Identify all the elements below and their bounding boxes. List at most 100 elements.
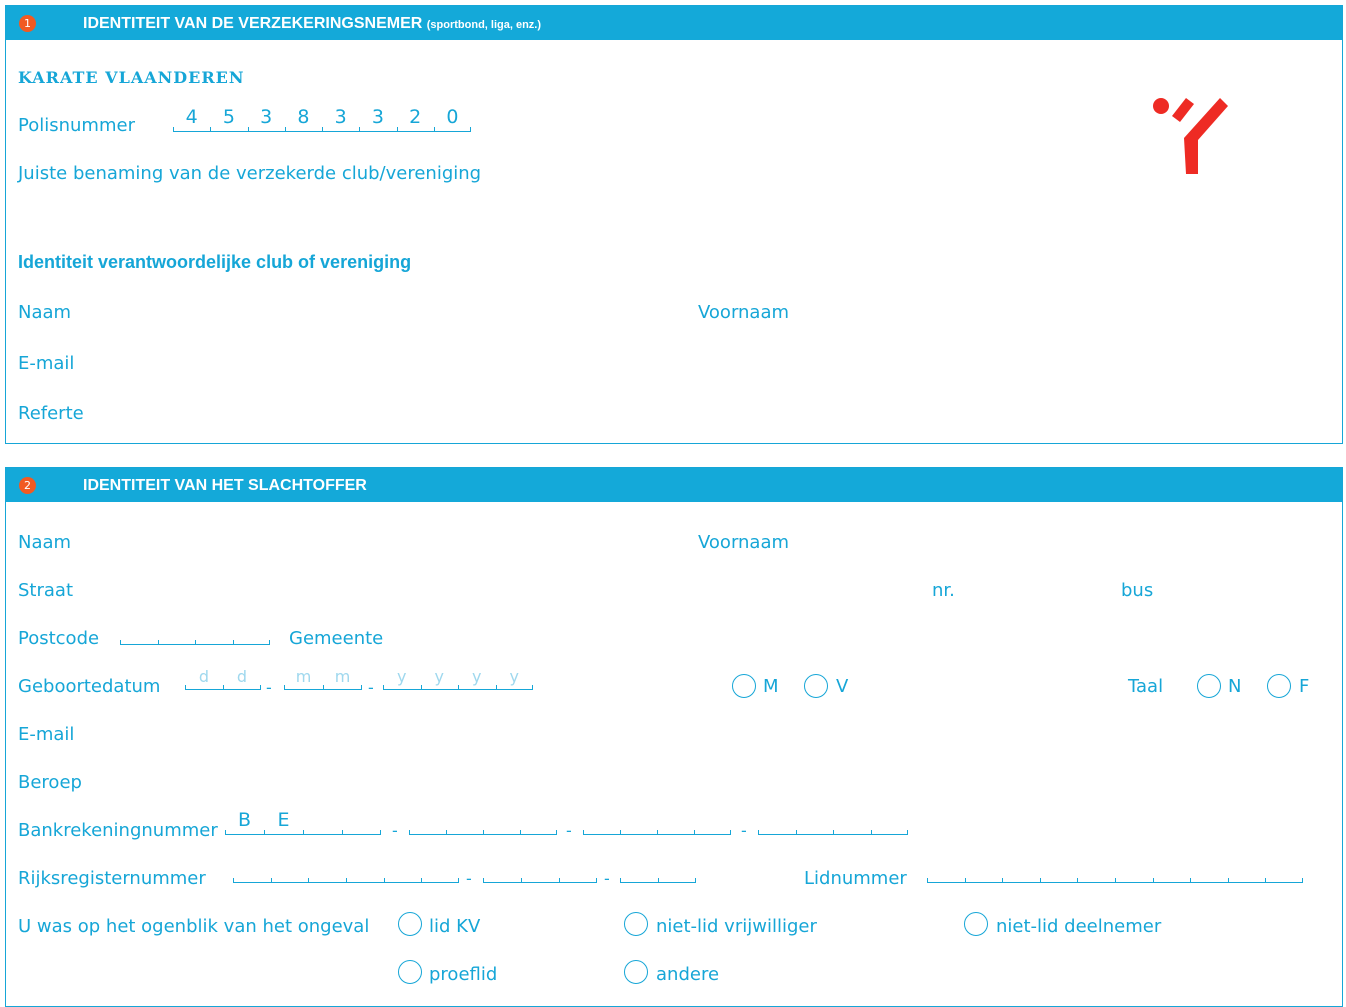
karate-logo (1153, 98, 1228, 174)
comb-char: 0 (446, 106, 459, 128)
profession-label: Beroep (18, 772, 82, 793)
status-member-radio[interactable] (398, 912, 422, 936)
section-number-badge: 1 (19, 15, 36, 32)
section-number-badge: 2 (19, 477, 36, 494)
member-number-field[interactable] (927, 863, 1303, 883)
policy-number-field[interactable]: 4 5 3 8 3 3 2 0 (173, 106, 471, 132)
comb-tick (730, 830, 731, 835)
language-f-label: F (1299, 676, 1310, 697)
gender-v-radio[interactable] (804, 674, 828, 698)
bank-account-group-1[interactable]: BE (225, 809, 381, 835)
status-participant-radio[interactable] (964, 912, 988, 936)
comb-tick (1077, 878, 1079, 883)
status-other-radio[interactable] (624, 960, 648, 984)
victim-firstname-label: Voornaam (698, 532, 790, 553)
bank-account-group-3[interactable] (583, 815, 731, 835)
comb-tick (596, 878, 597, 883)
date-separator: - (368, 678, 374, 697)
comb-tick (303, 830, 304, 835)
comb-baseline (483, 882, 597, 883)
comb-tick (483, 878, 484, 883)
comb-tick (620, 878, 621, 883)
comb-tick (1302, 878, 1303, 883)
section-title-note: (sportbond, liga, enz.) (426, 19, 542, 31)
section-victim: 2 IDENTITEIT VAN HET SLACHTOFFER Naam Vo… (5, 467, 1343, 1007)
accident-status-label: U was op het ogenblik van het ongeval (18, 916, 370, 937)
gender-v-label: V (836, 676, 849, 697)
status-participant-label: niet-lid deelnemer (996, 916, 1162, 937)
register-separator: - (604, 869, 610, 888)
postcode-field[interactable] (120, 625, 270, 645)
birthdate-day-field[interactable]: dd (185, 667, 261, 690)
comb-tick (421, 878, 423, 883)
language-f-radio[interactable] (1267, 674, 1291, 698)
comb-tick (446, 830, 447, 835)
bank-separator: - (566, 821, 572, 840)
comb-tick (1039, 878, 1041, 883)
birthdate-month-field[interactable]: mm (284, 667, 362, 690)
comb-tick (458, 878, 459, 883)
comb-tick (1265, 878, 1267, 883)
bank-account-group-2[interactable] (409, 815, 557, 835)
comb-tick (383, 878, 385, 883)
national-register-group-1[interactable] (233, 863, 459, 883)
comb-tick (483, 830, 484, 835)
comb-tick (907, 830, 908, 835)
language-n-label: N (1228, 676, 1242, 697)
comb-tick (1115, 878, 1116, 883)
comb-char: 5 (222, 106, 235, 128)
comb-char: 3 (260, 106, 273, 128)
bank-account-label: Bankrekeningnummer (18, 820, 218, 841)
status-trial-label: proeflid (429, 964, 498, 985)
box-label: bus (1121, 580, 1154, 601)
comb-tick (270, 878, 272, 883)
comb-tick (232, 640, 234, 645)
comb-tick (559, 878, 560, 883)
policy-number-label: Polisnummer (18, 115, 135, 136)
comb-tick (520, 830, 521, 835)
bank-separator: - (741, 821, 747, 840)
comb-char: m (334, 667, 351, 686)
contact-name-label: Naam (18, 302, 72, 323)
comb-char: d (236, 667, 248, 686)
comb-tick (964, 878, 966, 883)
comb-tick (1227, 878, 1229, 883)
gender-m-radio[interactable] (732, 674, 756, 698)
status-volunteer-radio[interactable] (624, 912, 648, 936)
status-member-label: lid KV (429, 916, 481, 937)
section-header: 1 IDENTITEIT VAN DE VERZEKERINGSNEMER (s… (6, 6, 1342, 40)
comb-tick (927, 878, 928, 883)
comb-tick (1190, 878, 1192, 883)
comb-char: 3 (371, 106, 384, 128)
national-register-label: Rijksregisternummer (18, 868, 206, 889)
section-title: IDENTITEIT VAN DE VERZEKERINGSNEMER (spo… (83, 15, 542, 32)
gender-m-label: M (763, 676, 779, 697)
national-register-group-2[interactable] (483, 863, 597, 883)
comb-char: B (237, 809, 252, 831)
bank-account-group-4[interactable] (758, 815, 908, 835)
national-register-group-3[interactable] (620, 863, 696, 883)
street-label: Straat (18, 580, 74, 601)
municipality-label: Gemeente (289, 628, 384, 649)
comb-tick (583, 830, 584, 835)
comb-tick (620, 830, 621, 835)
language-label: Taal (1128, 676, 1164, 697)
comb-tick (1002, 878, 1004, 883)
bank-separator: - (392, 821, 398, 840)
comb-tick (556, 830, 557, 835)
comb-tick (157, 640, 159, 645)
contact-email-label: E-mail (18, 353, 75, 374)
comb-tick (870, 830, 872, 835)
comb-tick (308, 878, 310, 883)
comb-tick (409, 830, 410, 835)
date-separator: - (266, 678, 272, 697)
comb-tick (795, 830, 797, 835)
postcode-label: Postcode (18, 628, 100, 649)
victim-email-label: E-mail (18, 724, 75, 745)
language-n-radio[interactable] (1197, 674, 1221, 698)
birthdate-year-field[interactable]: yyyy (383, 667, 533, 690)
member-number-label: Lidnummer (804, 868, 907, 889)
register-separator: - (466, 869, 472, 888)
status-other-label: andere (656, 964, 720, 985)
status-trial-radio[interactable] (398, 960, 422, 984)
